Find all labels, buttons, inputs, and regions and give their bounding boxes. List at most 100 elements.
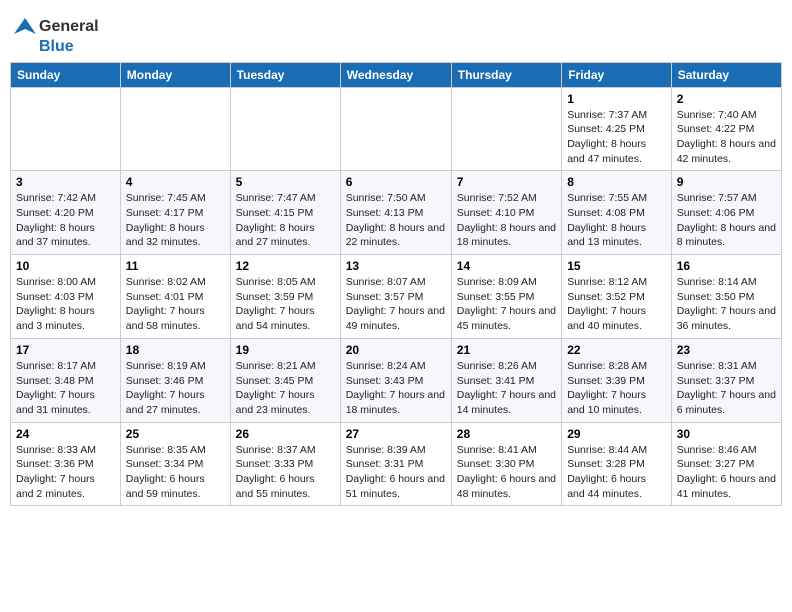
calendar-cell: 25 Sunrise: 8:35 AM Sunset: 3:34 PM Dayli…: [120, 422, 230, 506]
day-number: 20: [346, 343, 446, 357]
day-number: 25: [126, 427, 225, 441]
calendar-week-1: 1 Sunrise: 7:37 AM Sunset: 4:25 PM Daylig…: [11, 87, 782, 171]
calendar-week-4: 17Sunrise: 8:17 AM Sunset: 3:48 PM Dayli…: [11, 338, 782, 422]
day-info: Sunrise: 7:40 AM Sunset: 4:22 PM Dayligh…: [677, 108, 776, 167]
day-number: 1: [567, 92, 666, 106]
calendar-cell: 2 Sunrise: 7:40 AM Sunset: 4:22 PM Daylig…: [671, 87, 781, 171]
calendar-cell: 13Sunrise: 8:07 AM Sunset: 3:57 PM Dayli…: [340, 255, 451, 339]
day-info: Sunrise: 7:37 AM Sunset: 4:25 PM Dayligh…: [567, 108, 666, 167]
day-info: Sunrise: 8:37 AM Sunset: 3:33 PM Dayligh…: [236, 443, 335, 502]
day-header-monday: Monday: [120, 62, 230, 87]
calendar-cell: [451, 87, 561, 171]
calendar-cell: 27 Sunrise: 8:39 AM Sunset: 3:31 PM Dayli…: [340, 422, 451, 506]
calendar-cell: 21 Sunrise: 8:26 AM Sunset: 3:41 PM Dayli…: [451, 338, 561, 422]
day-number: 16: [677, 259, 776, 273]
day-info: Sunrise: 8:19 AM Sunset: 3:46 PM Dayligh…: [126, 359, 225, 418]
calendar-cell: 29 Sunrise: 8:44 AM Sunset: 3:28 PM Dayli…: [562, 422, 672, 506]
day-number: 7: [457, 175, 556, 189]
calendar-week-2: 3 Sunrise: 7:42 AM Sunset: 4:20 PM Daylig…: [11, 171, 782, 255]
day-info: Sunrise: 8:05 AM Sunset: 3:59 PM Dayligh…: [236, 275, 335, 334]
day-info: Sunrise: 7:42 AM Sunset: 4:20 PM Dayligh…: [16, 191, 115, 250]
day-info: Sunrise: 8:17 AM Sunset: 3:48 PM Dayligh…: [16, 359, 115, 418]
calendar-week-5: 24Sunrise: 8:33 AM Sunset: 3:36 PM Dayli…: [11, 422, 782, 506]
day-info: Sunrise: 8:46 AM Sunset: 3:27 PM Dayligh…: [677, 443, 776, 502]
day-number: 9: [677, 175, 776, 189]
day-header-tuesday: Tuesday: [230, 62, 340, 87]
day-info: Sunrise: 7:52 AM Sunset: 4:10 PM Dayligh…: [457, 191, 556, 250]
day-number: 12: [236, 259, 335, 273]
calendar-cell: 15 Sunrise: 8:12 AM Sunset: 3:52 PM Dayli…: [562, 255, 672, 339]
calendar-cell: [340, 87, 451, 171]
day-info: Sunrise: 7:57 AM Sunset: 4:06 PM Dayligh…: [677, 191, 776, 250]
calendar-cell: 16 Sunrise: 8:14 AM Sunset: 3:50 PM Dayli…: [671, 255, 781, 339]
day-number: 14: [457, 259, 556, 273]
day-number: 21: [457, 343, 556, 357]
day-info: Sunrise: 8:44 AM Sunset: 3:28 PM Dayligh…: [567, 443, 666, 502]
day-info: Sunrise: 8:21 AM Sunset: 3:45 PM Dayligh…: [236, 359, 335, 418]
day-info: Sunrise: 7:45 AM Sunset: 4:17 PM Dayligh…: [126, 191, 225, 250]
calendar-cell: 10 Sunrise: 8:00 AM Sunset: 4:03 PM Dayli…: [11, 255, 121, 339]
day-number: 3: [16, 175, 115, 189]
calendar-week-3: 10 Sunrise: 8:00 AM Sunset: 4:03 PM Dayli…: [11, 255, 782, 339]
calendar-cell: 23Sunrise: 8:31 AM Sunset: 3:37 PM Dayli…: [671, 338, 781, 422]
calendar-cell: 9 Sunrise: 7:57 AM Sunset: 4:06 PM Daylig…: [671, 171, 781, 255]
calendar-cell: 6Sunrise: 7:50 AM Sunset: 4:13 PM Daylig…: [340, 171, 451, 255]
day-info: Sunrise: 8:09 AM Sunset: 3:55 PM Dayligh…: [457, 275, 556, 334]
header: General Blue: [10, 10, 782, 56]
calendar-cell: 4 Sunrise: 7:45 AM Sunset: 4:17 PM Daylig…: [120, 171, 230, 255]
day-number: 8: [567, 175, 666, 189]
day-info: Sunrise: 8:35 AM Sunset: 3:34 PM Dayligh…: [126, 443, 225, 502]
day-number: 30: [677, 427, 776, 441]
calendar-cell: 28Sunrise: 8:41 AM Sunset: 3:30 PM Dayli…: [451, 422, 561, 506]
calendar-cell: 14 Sunrise: 8:09 AM Sunset: 3:55 PM Dayli…: [451, 255, 561, 339]
calendar-cell: 30 Sunrise: 8:46 AM Sunset: 3:27 PM Dayli…: [671, 422, 781, 506]
day-number: 2: [677, 92, 776, 106]
logo-text-general: General: [39, 18, 99, 36]
calendar-table: SundayMondayTuesdayWednesdayThursdayFrid…: [10, 62, 782, 507]
day-number: 29: [567, 427, 666, 441]
calendar-cell: 11 Sunrise: 8:02 AM Sunset: 4:01 PM Dayli…: [120, 255, 230, 339]
logo: General Blue: [14, 16, 99, 56]
day-number: 6: [346, 175, 446, 189]
day-number: 11: [126, 259, 225, 273]
day-number: 23: [677, 343, 776, 357]
day-number: 26: [236, 427, 335, 441]
day-number: 18: [126, 343, 225, 357]
day-info: Sunrise: 8:24 AM Sunset: 3:43 PM Dayligh…: [346, 359, 446, 418]
calendar-cell: 17Sunrise: 8:17 AM Sunset: 3:48 PM Dayli…: [11, 338, 121, 422]
calendar-cell: [11, 87, 121, 171]
day-info: Sunrise: 8:02 AM Sunset: 4:01 PM Dayligh…: [126, 275, 225, 334]
logo-bird-icon: [14, 16, 36, 38]
day-header-thursday: Thursday: [451, 62, 561, 87]
day-info: Sunrise: 8:39 AM Sunset: 3:31 PM Dayligh…: [346, 443, 446, 502]
day-header-saturday: Saturday: [671, 62, 781, 87]
day-number: 15: [567, 259, 666, 273]
calendar-cell: 1 Sunrise: 7:37 AM Sunset: 4:25 PM Daylig…: [562, 87, 672, 171]
day-number: 10: [16, 259, 115, 273]
day-header-sunday: Sunday: [11, 62, 121, 87]
day-header-friday: Friday: [562, 62, 672, 87]
calendar-cell: 3 Sunrise: 7:42 AM Sunset: 4:20 PM Daylig…: [11, 171, 121, 255]
logo-text-blue: Blue: [39, 38, 99, 56]
day-number: 24: [16, 427, 115, 441]
calendar-cell: 19Sunrise: 8:21 AM Sunset: 3:45 PM Dayli…: [230, 338, 340, 422]
day-header-wednesday: Wednesday: [340, 62, 451, 87]
day-number: 5: [236, 175, 335, 189]
day-number: 22: [567, 343, 666, 357]
day-number: 27: [346, 427, 446, 441]
day-info: Sunrise: 8:12 AM Sunset: 3:52 PM Dayligh…: [567, 275, 666, 334]
calendar-cell: 20 Sunrise: 8:24 AM Sunset: 3:43 PM Dayli…: [340, 338, 451, 422]
day-info: Sunrise: 8:00 AM Sunset: 4:03 PM Dayligh…: [16, 275, 115, 334]
calendar-cell: 12 Sunrise: 8:05 AM Sunset: 3:59 PM Dayli…: [230, 255, 340, 339]
calendar-header-row: SundayMondayTuesdayWednesdayThursdayFrid…: [11, 62, 782, 87]
day-info: Sunrise: 8:28 AM Sunset: 3:39 PM Dayligh…: [567, 359, 666, 418]
day-number: 13: [346, 259, 446, 273]
day-info: Sunrise: 8:26 AM Sunset: 3:41 PM Dayligh…: [457, 359, 556, 418]
calendar-cell: 26 Sunrise: 8:37 AM Sunset: 3:33 PM Dayli…: [230, 422, 340, 506]
day-info: Sunrise: 8:14 AM Sunset: 3:50 PM Dayligh…: [677, 275, 776, 334]
calendar-cell: 5 Sunrise: 7:47 AM Sunset: 4:15 PM Daylig…: [230, 171, 340, 255]
day-number: 4: [126, 175, 225, 189]
calendar-body: 1 Sunrise: 7:37 AM Sunset: 4:25 PM Daylig…: [11, 87, 782, 506]
calendar-cell: 8Sunrise: 7:55 AM Sunset: 4:08 PM Daylig…: [562, 171, 672, 255]
day-info: Sunrise: 7:47 AM Sunset: 4:15 PM Dayligh…: [236, 191, 335, 250]
